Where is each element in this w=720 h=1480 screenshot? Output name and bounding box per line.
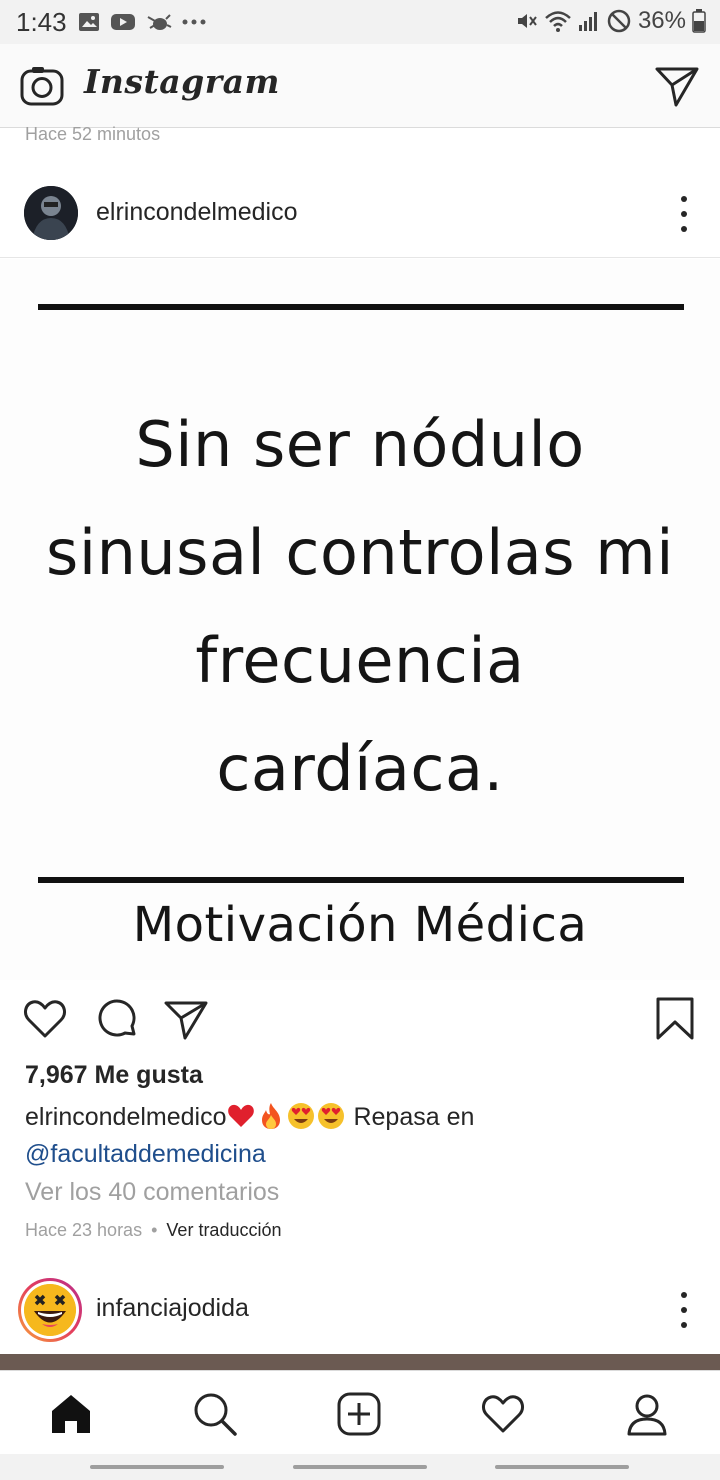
instagram-logo: Instagram	[84, 62, 280, 101]
post-username[interactable]: elrincondelmedico	[96, 198, 298, 227]
more-notifications-icon	[182, 19, 206, 25]
post-header: elrincondelmedico	[0, 170, 720, 258]
caption: elrincondelmedico Repasa en @facultaddem…	[25, 1099, 705, 1173]
back-pill[interactable]	[495, 1465, 629, 1469]
quote-line: sinusal controlas mi	[46, 516, 674, 589]
share-icon[interactable]	[163, 996, 209, 1042]
do-not-disturb-icon	[607, 9, 631, 33]
more-options-button[interactable]	[678, 1292, 690, 1328]
youtube-icon	[111, 14, 135, 30]
new-post-icon[interactable]	[336, 1391, 382, 1437]
bottom-rule	[38, 877, 684, 883]
activity-icon[interactable]	[480, 1391, 526, 1437]
post-image[interactable]: Sin ser nódulo sinusal controlas mi frec…	[0, 259, 720, 980]
likes-count[interactable]: 7,967 Me gusta	[25, 1061, 203, 1090]
home-icon[interactable]	[48, 1391, 94, 1437]
quote-line: cardíaca.	[216, 732, 504, 805]
image-signature: Motivación Médica	[132, 897, 588, 953]
search-icon[interactable]	[192, 1391, 238, 1437]
avatar-frame	[21, 1281, 79, 1339]
more-options-button[interactable]	[678, 196, 690, 232]
recents-pill[interactable]	[90, 1465, 224, 1469]
heart-icon[interactable]	[22, 996, 68, 1042]
post-meta: Hace 23 horas • Ver traducción	[25, 1220, 282, 1241]
dot	[681, 1307, 687, 1313]
quote-text: Sin ser nódulo sinusal controlas mi frec…	[0, 391, 720, 823]
translate-link[interactable]: Ver traducción	[166, 1220, 281, 1240]
battery-icon	[692, 9, 706, 33]
previous-post-timestamp: Hace 52 minutos	[25, 124, 161, 144]
dot	[681, 226, 687, 232]
mute-icon	[517, 14, 537, 28]
status-time: 1:43	[16, 7, 67, 37]
avatar-image	[24, 186, 78, 240]
next-post-username[interactable]: infanciajodida	[96, 1294, 249, 1323]
dot	[681, 1322, 687, 1328]
meta-separator: •	[151, 1220, 158, 1240]
signal-icon	[578, 12, 597, 31]
bottom-nav	[0, 1370, 720, 1454]
image-icon	[79, 13, 99, 31]
top-rule	[38, 304, 684, 310]
caption-username[interactable]: elrincondelmedico	[25, 1103, 227, 1131]
comment-icon[interactable]	[94, 996, 140, 1042]
fire-emoji	[261, 1103, 280, 1129]
caption-text: Repasa en	[353, 1103, 475, 1131]
next-post-header: infanciajodida	[0, 1270, 720, 1356]
system-icons: 36%	[514, 6, 706, 36]
dot	[681, 211, 687, 217]
bug-icon	[147, 14, 172, 30]
post-actions	[0, 990, 720, 1050]
send-icon[interactable]	[654, 63, 700, 109]
quote-line: Sin ser nódulo	[135, 408, 585, 481]
quote-line: frecuencia	[195, 624, 525, 697]
dot	[681, 1292, 687, 1298]
app-header: Instagram	[0, 44, 720, 128]
notification-icons	[78, 8, 206, 36]
post-timestamp: Hace 23 horas	[25, 1220, 143, 1240]
dot	[681, 196, 687, 202]
heart-eyes-emoji	[317, 1103, 344, 1129]
red-heart-emoji	[227, 1104, 254, 1127]
caption-mention-link[interactable]: @facultaddemedicina	[25, 1136, 705, 1173]
home-pill[interactable]	[293, 1465, 427, 1469]
avatar	[24, 1284, 76, 1336]
system-gesture-bar	[0, 1454, 720, 1480]
status-bar: 1:43 36%	[0, 0, 720, 44]
story-ring-avatar[interactable]	[18, 1278, 82, 1342]
profile-icon[interactable]	[624, 1391, 670, 1437]
heart-eyes-emoji	[287, 1103, 314, 1129]
dizzy-face-avatar-image	[24, 1284, 76, 1336]
bookmark-icon[interactable]	[652, 996, 698, 1042]
avatar[interactable]	[24, 186, 78, 240]
battery-percent: 36%	[637, 7, 686, 34]
wifi-icon	[545, 11, 571, 32]
view-comments-link[interactable]: Ver los 40 comentarios	[25, 1178, 279, 1207]
camera-icon[interactable]	[20, 65, 64, 107]
